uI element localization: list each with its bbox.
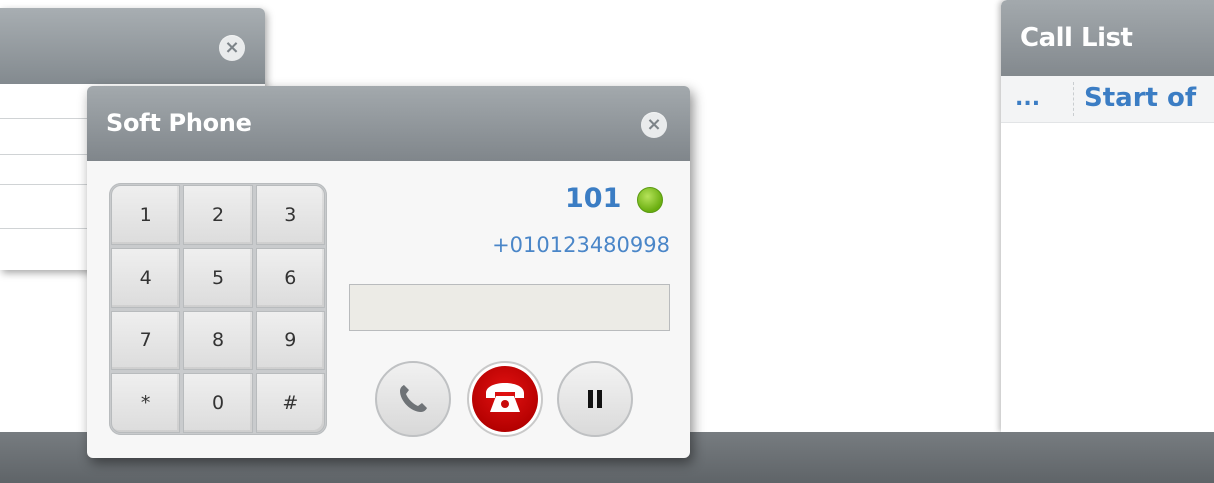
- hold-button[interactable]: [557, 361, 633, 437]
- keypad-key-2[interactable]: 2: [183, 185, 253, 245]
- soft-phone-window: Soft Phone × 1 2 3 4 5 6 7 8 9 * 0 # 101…: [87, 86, 690, 458]
- keypad-key-5[interactable]: 5: [183, 247, 253, 308]
- status-indicator-icon: [637, 187, 663, 213]
- keypad-key-4[interactable]: 4: [111, 247, 181, 308]
- call-list-title: Call List: [1020, 23, 1133, 53]
- keypad-key-8[interactable]: 8: [183, 310, 253, 371]
- call-button[interactable]: [375, 361, 451, 437]
- keypad: 1 2 3 4 5 6 7 8 9 * 0 #: [109, 183, 327, 435]
- soft-phone-title: Soft Phone: [106, 109, 252, 137]
- call-list-window: Call List ... Start of: [1001, 0, 1214, 432]
- hang-up-button[interactable]: [467, 361, 543, 437]
- keypad-key-6[interactable]: 6: [255, 247, 325, 308]
- column-header-start[interactable]: Start of: [1084, 83, 1196, 113]
- keypad-key-hash[interactable]: #: [255, 373, 325, 433]
- keypad-key-1[interactable]: 1: [111, 185, 181, 245]
- phone-number: +010123480998: [492, 233, 670, 257]
- keypad-key-3[interactable]: 3: [255, 185, 325, 245]
- call-list-header-row: ... Start of: [1001, 76, 1214, 123]
- phone-icon: [400, 385, 427, 412]
- hang-up-button-face: [472, 366, 538, 432]
- keypad-key-star[interactable]: *: [111, 373, 181, 433]
- desktop: × Call List ... Start of Soft Phone × 1 …: [0, 0, 1214, 483]
- column-separator[interactable]: [1073, 82, 1074, 116]
- dial-input[interactable]: [349, 284, 670, 331]
- keypad-key-7[interactable]: 7: [111, 310, 181, 371]
- hang-up-icon: [486, 383, 524, 412]
- soft-phone-close-icon[interactable]: ×: [641, 112, 667, 138]
- background-window-close-icon[interactable]: ×: [219, 35, 245, 61]
- column-header-more[interactable]: ...: [1015, 86, 1040, 111]
- keypad-key-9[interactable]: 9: [255, 310, 325, 371]
- keypad-key-0[interactable]: 0: [183, 373, 253, 433]
- pause-icon: [588, 390, 602, 408]
- extension-number: 101: [565, 183, 622, 214]
